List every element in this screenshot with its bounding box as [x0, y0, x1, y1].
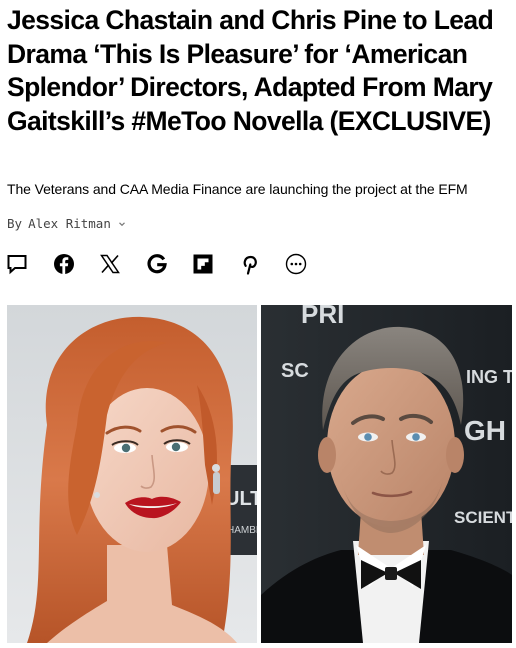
byline-prefix: By — [7, 216, 23, 231]
flipboard-icon — [193, 254, 213, 274]
photo-chris-pine: PRI SC ING T GH SCIENT — [261, 305, 512, 643]
google-share-button[interactable] — [144, 251, 170, 277]
comment-icon — [7, 255, 27, 275]
pinterest-icon — [243, 255, 257, 275]
article-dek: The Veterans and CAA Media Finance are l… — [7, 181, 468, 197]
chevron-down-icon[interactable] — [117, 219, 127, 229]
x-icon — [100, 254, 120, 274]
more-options-button[interactable] — [283, 251, 309, 277]
facebook-share-button[interactable] — [51, 251, 77, 277]
byline: By Alex Ritman — [7, 215, 127, 233]
comment-button[interactable] — [4, 251, 30, 277]
svg-text:HAMBE: HAMBE — [227, 525, 257, 536]
svg-text:SCIENT: SCIENT — [454, 508, 512, 527]
article-headline: Jessica Chastain and Chris Pine to Lead … — [7, 5, 494, 136]
svg-text:GH: GH — [464, 415, 506, 446]
pinterest-share-button[interactable] — [237, 251, 263, 277]
svg-text:PRI: PRI — [301, 305, 344, 329]
author-name[interactable]: Alex Ritman — [28, 215, 111, 233]
svg-text:ING T: ING T — [466, 367, 512, 387]
flipboard-share-button[interactable] — [190, 251, 216, 277]
svg-text:SC: SC — [281, 360, 309, 382]
google-icon — [146, 254, 167, 274]
photo-jessica-chastain: ULT HAMBE — [7, 305, 257, 643]
share-bar — [4, 250, 330, 278]
facebook-icon — [53, 254, 74, 274]
more-icon — [285, 253, 307, 275]
x-share-button[interactable] — [97, 251, 123, 277]
